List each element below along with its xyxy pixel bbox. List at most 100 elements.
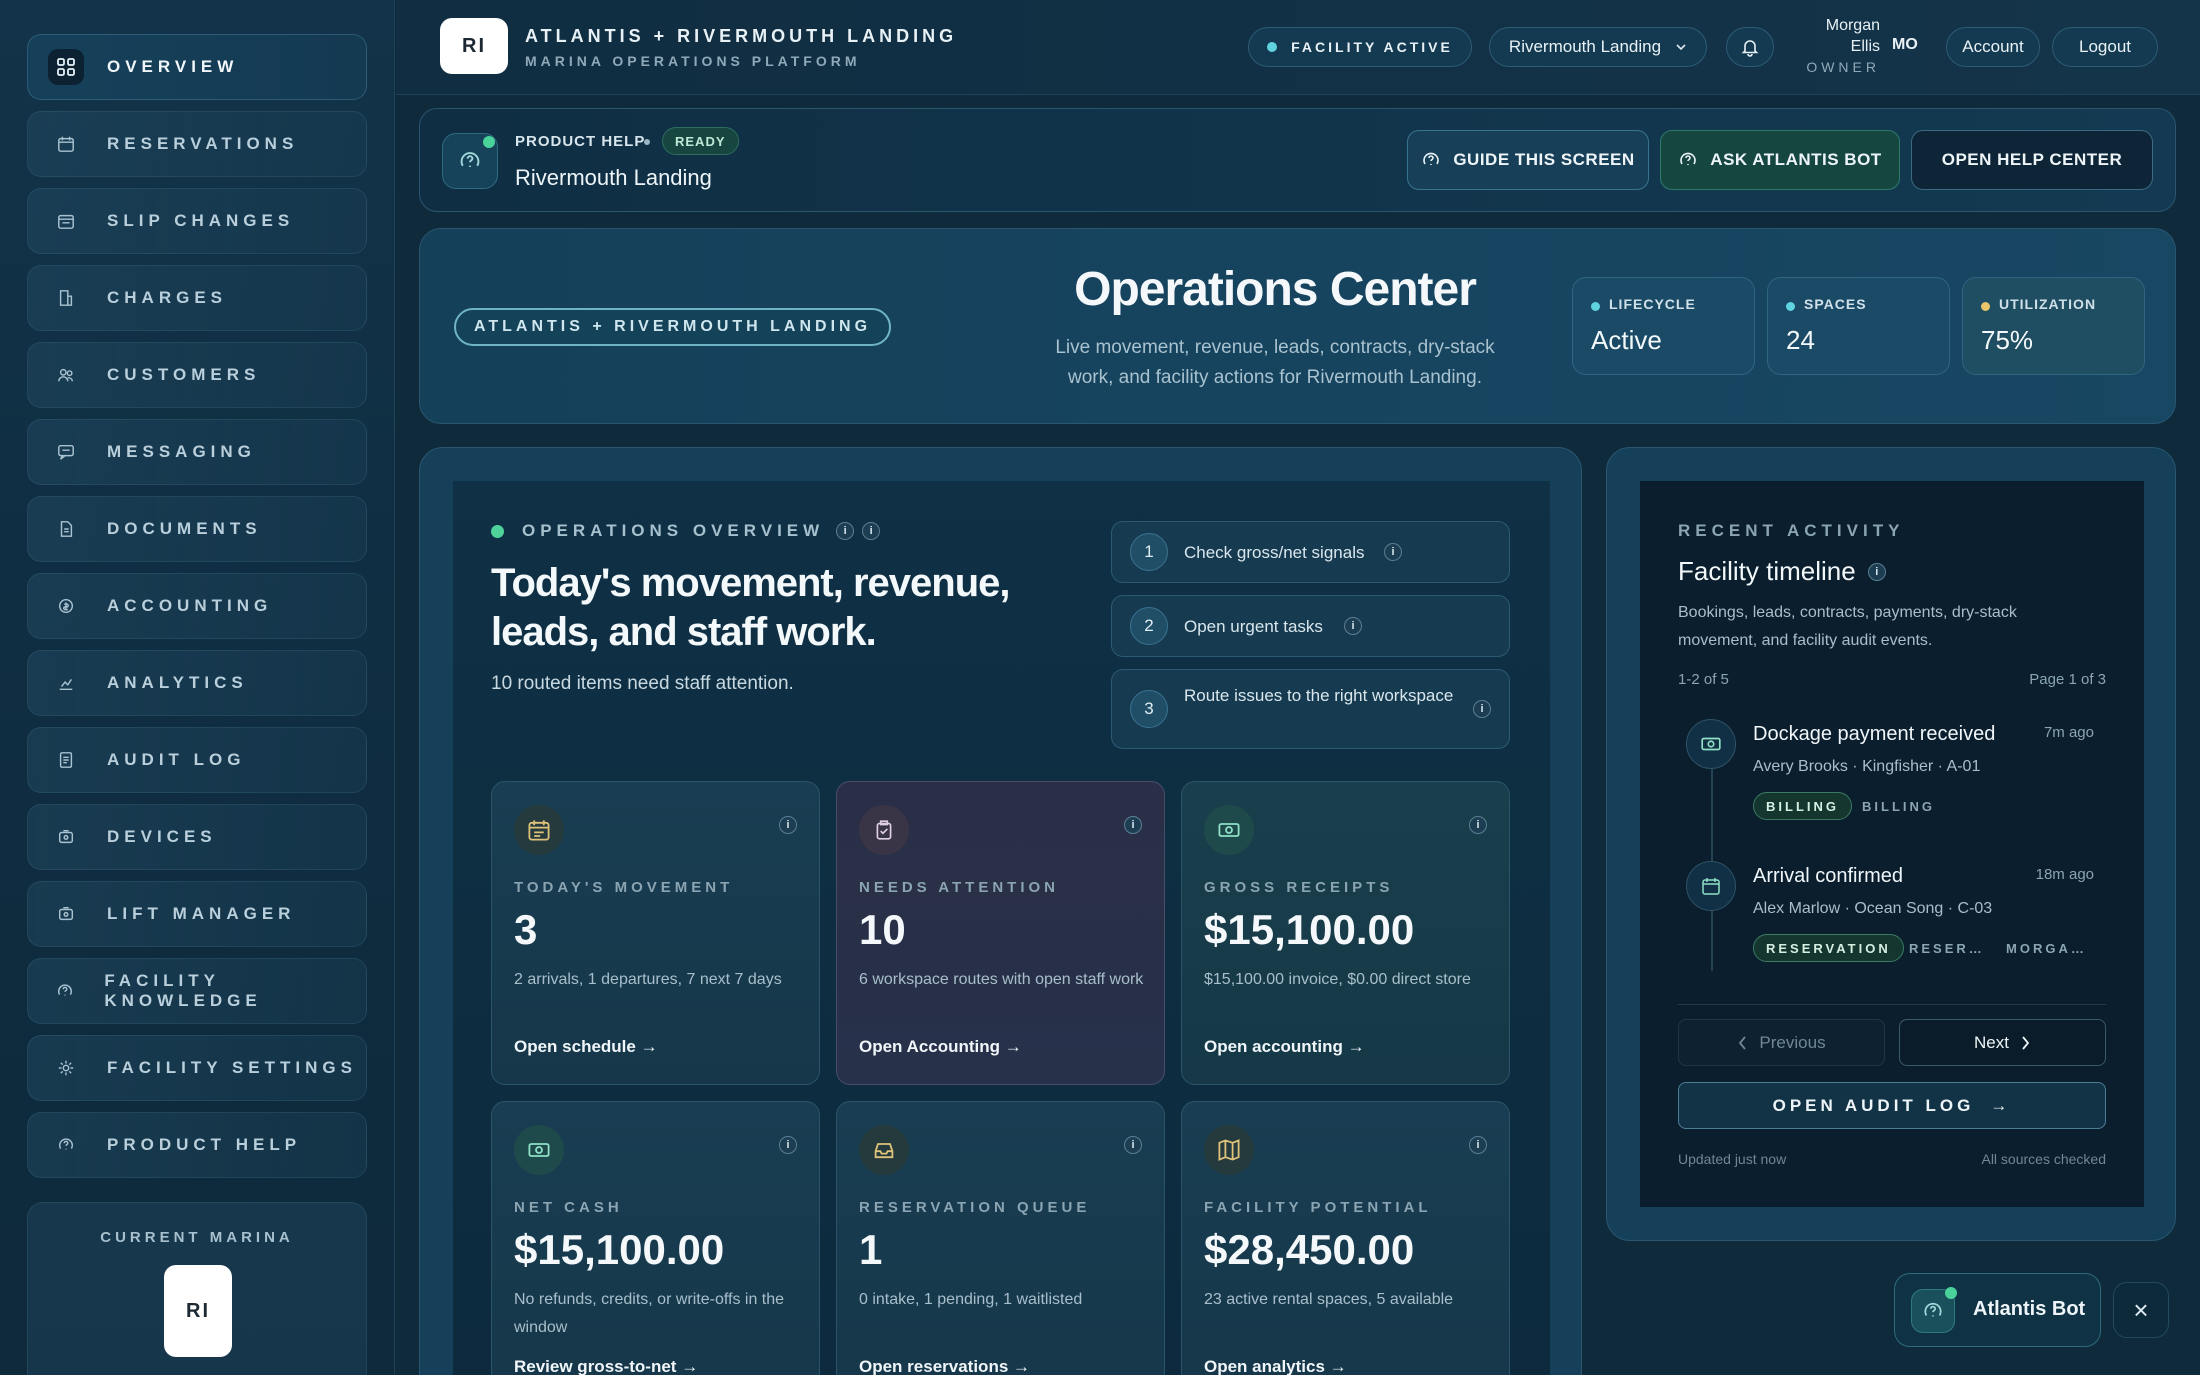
facility-status-label: FACILITY ACTIVE (1291, 39, 1453, 55)
separator-dot (644, 139, 650, 145)
chat-icon (48, 434, 84, 470)
open-schedule-link[interactable]: Open schedule → (514, 1037, 658, 1057)
sidebar: OVERVIEW RESERVATIONS SLIP CHANGES CHARG… (0, 0, 395, 1375)
step-item[interactable]: 1 Check gross/net signals i (1111, 521, 1510, 583)
step-item[interactable]: 2 Open urgent tasks i (1111, 595, 1510, 657)
grid-icon (48, 49, 84, 85)
review-gross-to-net-link[interactable]: Review gross-to-net → (514, 1357, 698, 1375)
sidebar-item-lift-manager[interactable]: LIFT MANAGER (27, 881, 367, 947)
sidebar-item-facility-knowledge[interactable]: FACILITY KNOWLEDGE (27, 958, 367, 1024)
open-reservations-link[interactable]: Open reservations → (859, 1357, 1030, 1375)
metric-description: $15,100.00 invoice, $0.00 direct store (1204, 971, 1471, 988)
info-icon[interactable]: i (779, 1136, 797, 1154)
account-button[interactable]: Account (1946, 27, 2040, 67)
current-marina-logo[interactable]: RI (164, 1265, 232, 1357)
brand-title: ATLANTIS + RIVERMOUTH LANDING (525, 26, 958, 46)
sidebar-item-documents[interactable]: DOCUMENTS (27, 496, 367, 562)
ask-atlantis-bot-label: ASK ATLANTIS BOT (1710, 150, 1882, 169)
sidebar-item-reservations[interactable]: RESERVATIONS (27, 111, 367, 177)
bell-icon (1740, 37, 1760, 57)
stat-label: LIFECYCLE (1609, 296, 1696, 312)
open-accounting-link[interactable]: Open accounting → (1204, 1037, 1365, 1057)
info-icon[interactable]: i (1344, 617, 1362, 635)
help-context-title: Rivermouth Landing (515, 165, 712, 190)
close-icon[interactable]: × (2113, 1282, 2169, 1338)
sidebar-item-label: FACILITY KNOWLEDGE (104, 971, 262, 1010)
next-page-button[interactable]: Next (1899, 1019, 2106, 1066)
sidebar-item-overview[interactable]: OVERVIEW (27, 34, 367, 100)
avatar[interactable]: MO (1892, 36, 1918, 54)
clipboard-icon (859, 805, 909, 855)
open-audit-log-button[interactable]: OPEN AUDIT LOG → (1678, 1082, 2106, 1129)
atlantis-bot-label: Atlantis Bot (1973, 1298, 2086, 1320)
metric-card-gross-receipts[interactable]: i GROSS RECEIPTS $15,100.00 $15,100.00 i… (1181, 781, 1510, 1085)
open-analytics-link[interactable]: Open analytics → (1204, 1357, 1347, 1375)
sidebar-item-charges[interactable]: CHARGES (27, 265, 367, 331)
marina-select[interactable]: Rivermouth Landing (1489, 27, 1707, 67)
sidebar-item-devices[interactable]: DEVICES (27, 804, 367, 870)
info-icon[interactable]: i (1469, 816, 1487, 834)
sidebar-item-customers[interactable]: CUSTOMERS (27, 342, 367, 408)
sidebar-item-audit-log[interactable]: AUDIT LOG (27, 727, 367, 793)
stat-spaces: SPACES 24 (1767, 277, 1950, 375)
metric-description: 23 active rental spaces, 5 available (1204, 1291, 1454, 1308)
timeline-event-title[interactable]: Dockage payment received (1753, 723, 1995, 746)
metric-description: 2 arrivals, 1 departures, 7 next 7 days (514, 971, 782, 988)
top-bar: RI ATLANTIS + RIVERMOUTH LANDING MARINA … (396, 0, 2200, 95)
step-item[interactable]: 3 Route issues to the right workspace i (1111, 669, 1510, 749)
metric-value: $28,450.00 (1204, 1226, 1415, 1273)
info-icon[interactable]: i (836, 522, 855, 540)
guide-this-screen-button[interactable]: GUIDE THIS SCREEN (1407, 130, 1649, 190)
metric-description: 0 intake, 1 pending, 1 waitlisted (859, 1291, 1083, 1308)
sidebar-item-label: MESSAGING (107, 442, 256, 461)
metric-card-reservation-queue[interactable]: i RESERVATION QUEUE 1 0 intake, 1 pendin… (836, 1101, 1165, 1375)
sidebar-item-product-help[interactable]: PRODUCT HELP (27, 1112, 367, 1178)
metric-card-net-cash[interactable]: i NET CASH $15,100.00 No refunds, credit… (491, 1101, 820, 1375)
logout-button[interactable]: Logout (2052, 27, 2158, 67)
timeline-line (1711, 736, 1713, 971)
help-circle-icon (1911, 1287, 1957, 1333)
metric-card-todays-movement[interactable]: i TODAY'S MOVEMENT 3 2 arrivals, 1 depar… (491, 781, 820, 1085)
info-icon[interactable]: i (862, 522, 881, 540)
operations-subtitle: 10 routed items need staff attention. (491, 673, 794, 694)
info-icon[interactable]: i (1124, 816, 1142, 834)
status-dot (1267, 42, 1278, 52)
metric-card-needs-attention[interactable]: i NEEDS ATTENTION 10 6 workspace routes … (836, 781, 1165, 1085)
notifications-button[interactable] (1726, 27, 1774, 67)
step-number: 3 (1130, 690, 1168, 728)
timeline-event-title[interactable]: Arrival confirmed (1753, 865, 1903, 888)
info-icon[interactable]: i (1469, 1136, 1487, 1154)
step-text: Route issues to the right workspace (1184, 686, 1454, 705)
help-circle-icon (442, 133, 498, 189)
help-circle-icon (1421, 150, 1441, 170)
info-icon[interactable]: i (1384, 543, 1402, 561)
sidebar-item-accounting[interactable]: ACCOUNTING (27, 573, 367, 639)
status-badge: READY (662, 127, 739, 155)
open-help-center-button[interactable]: OPEN HELP CENTER (1911, 130, 2153, 190)
sidebar-item-facility-settings[interactable]: FACILITY SETTINGS (27, 1035, 367, 1101)
event-category-chip: RESERVATION (1753, 934, 1904, 962)
open-accounting-link[interactable]: Open Accounting → (859, 1037, 1022, 1057)
operations-overview-panel: OPERATIONS OVERVIEW i i Today's movement… (419, 447, 1582, 1375)
brand-logo[interactable]: RI (440, 18, 508, 74)
sidebar-item-slip-changes[interactable]: SLIP CHANGES (27, 188, 367, 254)
link-label: Review gross-to-net (514, 1357, 677, 1375)
metric-description: 6 workspace routes with open staff work (859, 971, 1144, 988)
metric-card-facility-potential[interactable]: i FACILITY POTENTIAL $28,450.00 23 activ… (1181, 1101, 1510, 1375)
ask-atlantis-bot-button[interactable]: ASK ATLANTIS BOT (1660, 130, 1900, 190)
sidebar-item-analytics[interactable]: ANALYTICS (27, 650, 367, 716)
metric-label: TODAY'S MOVEMENT (514, 879, 734, 896)
info-icon[interactable]: i (1867, 562, 1886, 581)
arrow-right-icon: → (1004, 1037, 1022, 1056)
sidebar-item-messaging[interactable]: MESSAGING (27, 419, 367, 485)
marina-select-value: Rivermouth Landing (1508, 37, 1662, 56)
previous-page-button[interactable]: Previous (1678, 1019, 1885, 1066)
timeline-description: Bookings, leads, contracts, payments, dr… (1678, 604, 2017, 649)
info-icon[interactable]: i (1124, 1136, 1142, 1154)
info-icon[interactable]: i (779, 816, 797, 834)
metric-label: GROSS RECEIPTS (1204, 879, 1394, 896)
atlantis-bot-launcher[interactable]: Atlantis Bot (1894, 1273, 2101, 1347)
page-title: Operations Center (1074, 263, 1477, 316)
sidebar-item-label: CUSTOMERS (107, 365, 261, 384)
info-icon[interactable]: i (1473, 700, 1491, 718)
